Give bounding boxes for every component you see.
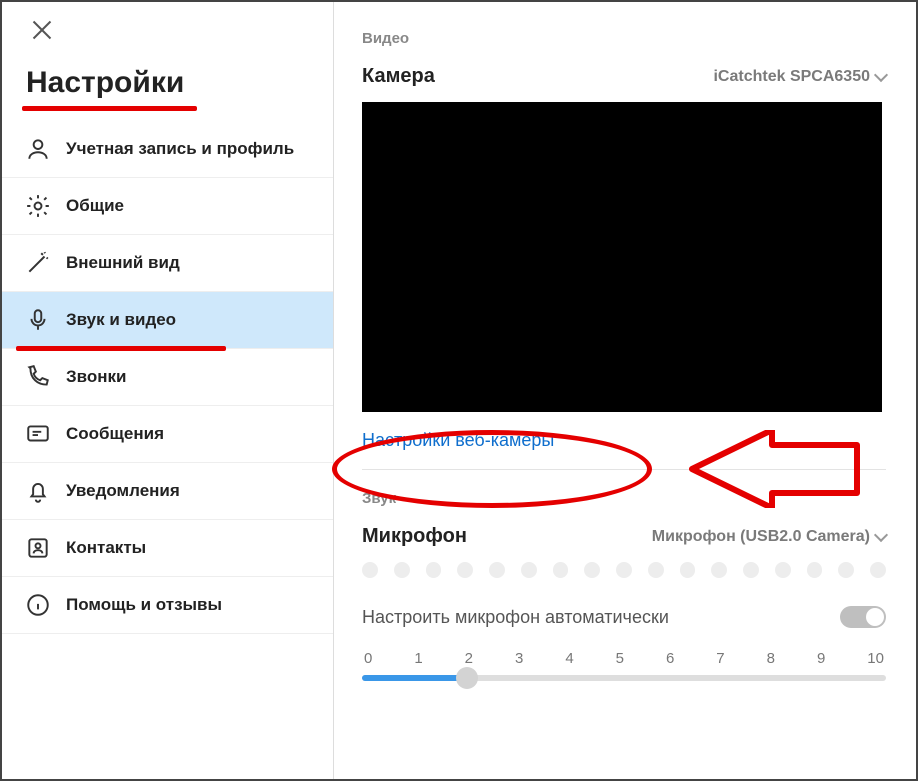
microphone-label: Микрофон bbox=[362, 525, 467, 548]
person-icon bbox=[24, 135, 52, 163]
settings-title: Настройки bbox=[26, 66, 333, 100]
sidebar-item-label: Звук и видео bbox=[66, 310, 176, 330]
microphone-device-value: Микрофон (USB2.0 Camera) bbox=[652, 528, 870, 546]
chevron-down-icon bbox=[874, 67, 888, 81]
annotation-underline-title bbox=[22, 106, 197, 111]
wand-icon bbox=[24, 249, 52, 277]
sidebar-item-label: Уведомления bbox=[66, 481, 180, 501]
contacts-icon bbox=[24, 534, 52, 562]
divider bbox=[362, 469, 886, 470]
microphone-device-select[interactable]: Микрофон (USB2.0 Camera) bbox=[652, 528, 886, 546]
camera-label: Камера bbox=[362, 65, 435, 88]
slider-thumb[interactable] bbox=[456, 667, 478, 689]
sidebar: Настройки Учетная запись и профиль bbox=[2, 2, 334, 779]
camera-preview bbox=[362, 102, 882, 412]
sidebar-item-label: Общие bbox=[66, 196, 124, 216]
sidebar-item-contacts[interactable]: Контакты bbox=[2, 520, 333, 577]
main-panel: Видео Камера iCatchtek SPCA6350 Настройк… bbox=[334, 2, 916, 779]
phone-icon bbox=[24, 363, 52, 391]
microphone-icon bbox=[24, 306, 52, 334]
nav: Учетная запись и профиль Общие Внеш bbox=[2, 121, 333, 634]
sidebar-item-label: Внешний вид bbox=[66, 253, 180, 273]
mic-volume-slider[interactable]: 012345678910 bbox=[362, 650, 886, 681]
sidebar-item-general[interactable]: Общие bbox=[2, 178, 333, 235]
audio-section-label: Звук bbox=[362, 490, 886, 507]
slider-fill bbox=[362, 675, 467, 681]
sidebar-item-help[interactable]: Помощь и отзывы bbox=[2, 577, 333, 634]
sidebar-item-account[interactable]: Учетная запись и профиль bbox=[2, 121, 333, 178]
sidebar-item-label: Помощь и отзывы bbox=[66, 595, 222, 615]
slider-track[interactable] bbox=[362, 675, 886, 681]
sidebar-item-label: Сообщения bbox=[66, 424, 164, 444]
sidebar-item-label: Учетная запись и профиль bbox=[66, 139, 294, 159]
auto-mic-label: Настроить микрофон автоматически bbox=[362, 607, 669, 628]
chat-icon bbox=[24, 420, 52, 448]
chevron-down-icon bbox=[874, 527, 888, 541]
camera-device-select[interactable]: iCatchtek SPCA6350 bbox=[713, 68, 886, 86]
sidebar-item-messages[interactable]: Сообщения bbox=[2, 406, 333, 463]
sidebar-item-label: Контакты bbox=[66, 538, 146, 558]
sidebar-item-notifications[interactable]: Уведомления bbox=[2, 463, 333, 520]
sidebar-item-label: Звонки bbox=[66, 367, 127, 387]
mic-level-meter bbox=[362, 562, 886, 578]
camera-device-value: iCatchtek SPCA6350 bbox=[713, 68, 870, 86]
bell-icon bbox=[24, 477, 52, 505]
auto-mic-toggle[interactable] bbox=[840, 606, 886, 628]
video-section-label: Видео bbox=[362, 30, 886, 47]
close-icon[interactable] bbox=[32, 20, 52, 40]
sidebar-item-appearance[interactable]: Внешний вид bbox=[2, 235, 333, 292]
sidebar-item-calls[interactable]: Звонки bbox=[2, 349, 333, 406]
slider-ticks: 012345678910 bbox=[362, 650, 886, 667]
sidebar-item-audio-video[interactable]: Звук и видео bbox=[2, 292, 333, 349]
webcam-settings-link[interactable]: Настройки веб-камеры bbox=[362, 430, 886, 451]
gear-icon bbox=[24, 192, 52, 220]
info-icon bbox=[24, 591, 52, 619]
